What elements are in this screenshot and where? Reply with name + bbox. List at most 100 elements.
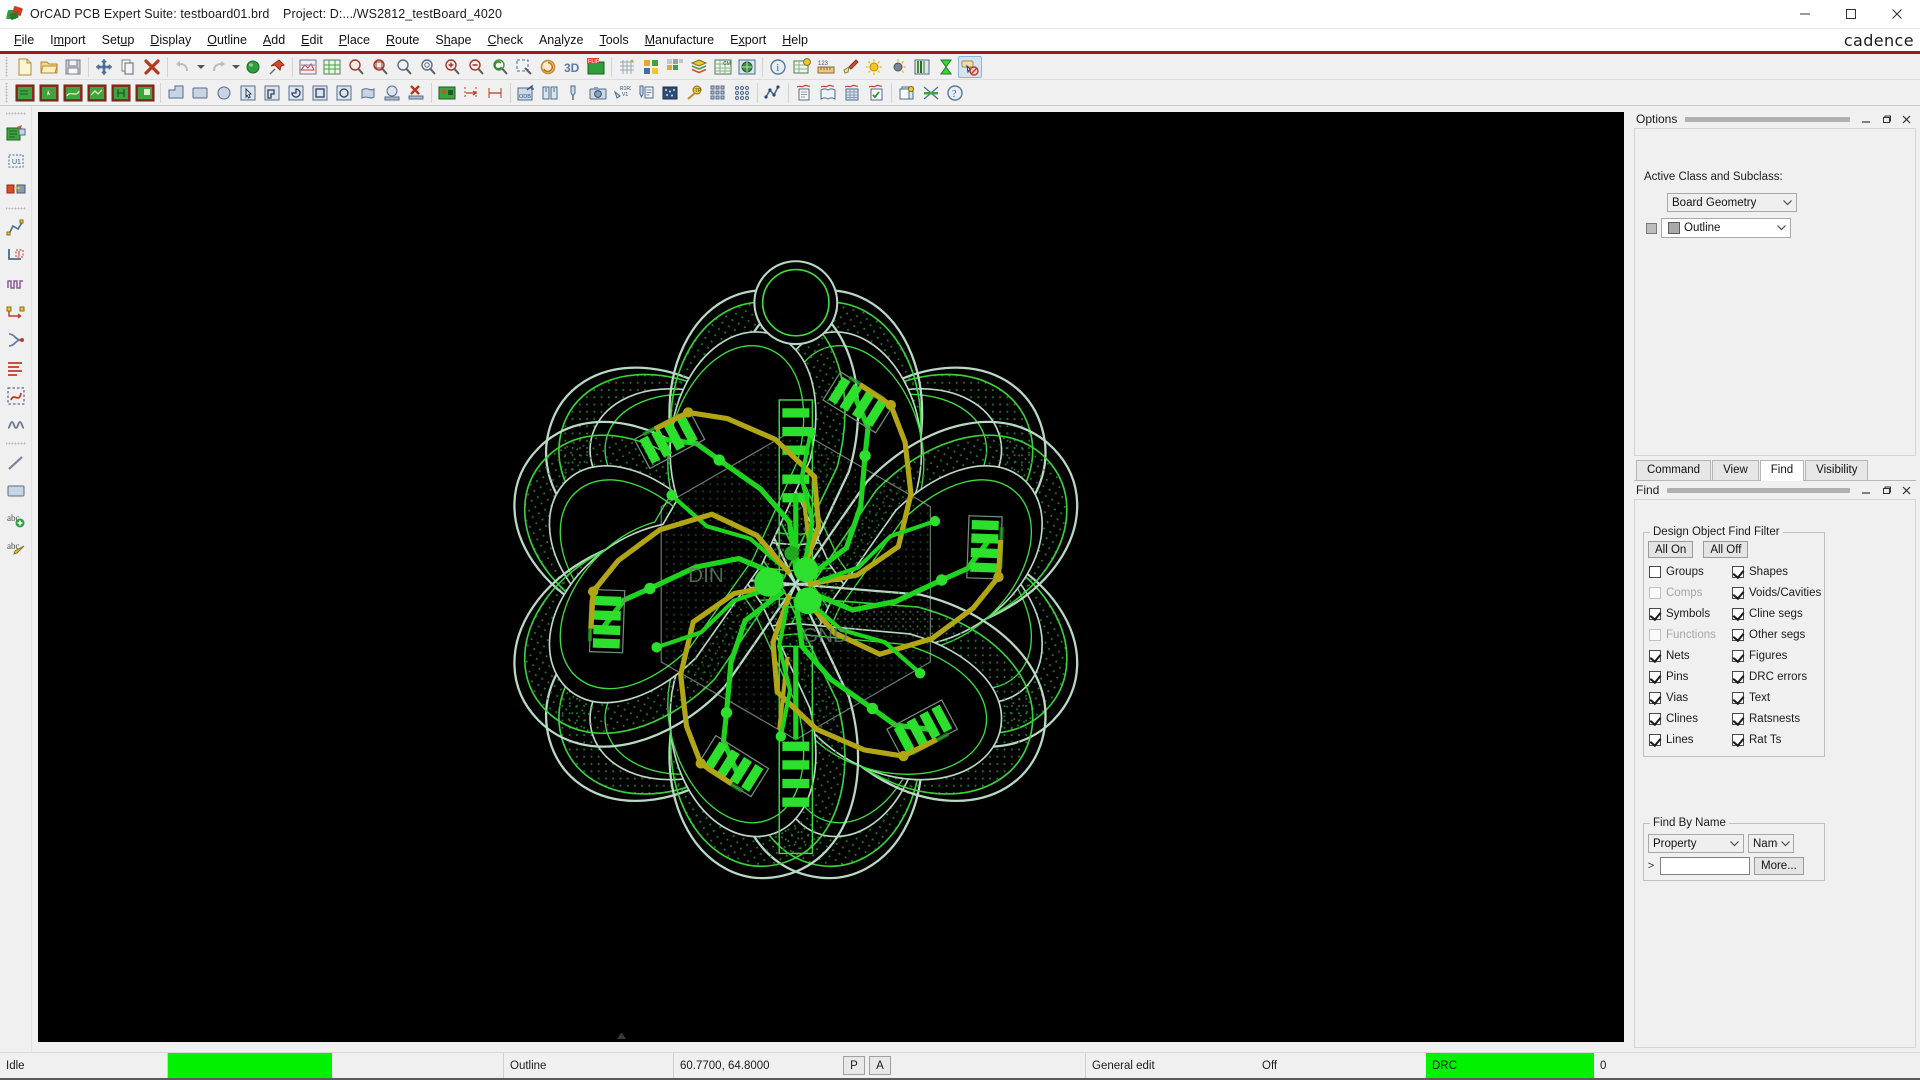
key-a-button[interactable]: A	[869, 1056, 891, 1075]
checkbox[interactable]	[1732, 566, 1744, 578]
checkbox[interactable]	[1649, 566, 1661, 578]
sun-icon[interactable]	[862, 56, 886, 78]
custom-report-icon[interactable]	[895, 82, 919, 104]
report-icon[interactable]	[792, 82, 816, 104]
all-on-button[interactable]: All On	[1648, 541, 1693, 558]
filter-voids-cavities[interactable]: Voids/Cavities	[1732, 584, 1821, 602]
filter-rat-ts[interactable]: Rat Ts	[1732, 731, 1821, 749]
checkbox[interactable]	[1649, 692, 1661, 704]
checkbox[interactable]	[1732, 692, 1744, 704]
draw-rect-icon[interactable]	[3, 477, 29, 505]
testpoints-icon[interactable]	[658, 82, 682, 104]
subclass-icon[interactable]	[663, 56, 687, 78]
search-input[interactable]	[1660, 857, 1750, 875]
checkbox[interactable]	[1649, 734, 1661, 746]
menu-route[interactable]: Route	[378, 30, 427, 50]
route-path-icon[interactable]	[3, 214, 29, 242]
expand-caret-icon[interactable]: >	[1646, 860, 1656, 872]
route-fanout-icon[interactable]	[3, 326, 29, 354]
undo-dropdown-icon[interactable]	[195, 64, 206, 70]
place-manual-icon[interactable]	[37, 82, 61, 104]
filter-drc-errors[interactable]: DRC errors	[1732, 668, 1821, 686]
zoom-center-icon[interactable]	[512, 56, 536, 78]
waterfall-icon[interactable]	[910, 56, 934, 78]
draw-line-icon[interactable]	[3, 449, 29, 477]
component-u1-icon[interactable]: U1	[3, 147, 29, 175]
dim-double-icon[interactable]	[483, 82, 507, 104]
drill-note-icon[interactable]	[634, 82, 658, 104]
all-off-button[interactable]: All Off	[1703, 541, 1748, 558]
odb-export-icon[interactable]: ODB	[514, 82, 538, 104]
checkbox[interactable]	[1732, 713, 1744, 725]
info-icon[interactable]: i	[766, 56, 790, 78]
tab-view[interactable]: View	[1712, 460, 1759, 480]
shape-void-icon[interactable]	[380, 82, 404, 104]
filter-text[interactable]: Text	[1732, 689, 1821, 707]
menu-edit[interactable]: Edit	[293, 30, 331, 50]
menu-tools[interactable]: Tools	[591, 30, 636, 50]
route-auto-icon[interactable]	[61, 82, 85, 104]
tab-visibility[interactable]: Visibility	[1805, 460, 1868, 480]
menu-check[interactable]: Check	[480, 30, 531, 50]
route-group-icon[interactable]	[3, 382, 29, 410]
filter-groups[interactable]: Groups	[1649, 563, 1716, 581]
package-symbol-icon[interactable]	[3, 119, 29, 147]
filter-nets[interactable]: Nets	[1649, 647, 1716, 665]
zoom-fit-icon[interactable]	[344, 56, 368, 78]
zoom-out-icon[interactable]	[464, 56, 488, 78]
rectangle-icon[interactable]	[188, 82, 212, 104]
dim-icon[interactable]	[886, 56, 910, 78]
paint-icon[interactable]	[838, 56, 862, 78]
menu-analyze[interactable]: Analyze	[531, 30, 591, 50]
copy-icon[interactable]	[116, 56, 140, 78]
netlist-graph-icon[interactable]	[761, 82, 785, 104]
zoom-previous-icon[interactable]	[488, 56, 512, 78]
board-geometry-icon[interactable]	[13, 82, 37, 104]
zoom-world-icon[interactable]	[368, 56, 392, 78]
menu-outline[interactable]: Outline	[199, 30, 255, 50]
shape-rect-icon[interactable]	[308, 82, 332, 104]
toolbar-grip[interactable]	[4, 57, 11, 77]
subclass-color-swatch[interactable]	[1668, 222, 1680, 234]
shape-free-icon[interactable]	[356, 82, 380, 104]
left-toolbar-grip[interactable]	[6, 441, 26, 447]
menu-add[interactable]: Add	[255, 30, 293, 50]
measure-icon[interactable]: 123	[814, 56, 838, 78]
zoom-in-icon[interactable]	[440, 56, 464, 78]
delete-shape-icon[interactable]	[404, 82, 428, 104]
silkscreen-icon[interactable]: R1R2V1	[610, 82, 634, 104]
tab-find[interactable]: Find	[1760, 460, 1804, 481]
no-cursor-icon[interactable]	[958, 56, 982, 78]
shape-polygon-icon[interactable]	[260, 82, 284, 104]
float-icon[interactable]	[1878, 112, 1894, 126]
filter-lines[interactable]: Lines	[1649, 731, 1716, 749]
grid-toggle-icon[interactable]	[615, 56, 639, 78]
refresh-icon[interactable]	[536, 56, 560, 78]
menu-place[interactable]: Place	[331, 30, 378, 50]
library-icon[interactable]	[816, 82, 840, 104]
pin-icon[interactable]	[265, 56, 289, 78]
checkbox[interactable]	[1649, 650, 1661, 662]
menu-file[interactable]: File	[6, 30, 42, 50]
more-button[interactable]: More...	[1754, 857, 1804, 875]
checkbox[interactable]	[1732, 671, 1744, 683]
save-icon[interactable]	[61, 56, 85, 78]
object-type-dropdown[interactable]: Property	[1648, 834, 1744, 853]
flip-design-icon[interactable]: FLIP	[584, 56, 608, 78]
minimize-icon[interactable]	[1858, 483, 1874, 497]
menu-import[interactable]: Import	[42, 30, 93, 50]
close-icon[interactable]	[1898, 112, 1914, 126]
cm-constraint-manager-icon[interactable]: CM	[711, 56, 735, 78]
highlight-icon[interactable]	[241, 56, 265, 78]
filter-pins[interactable]: Pins	[1649, 668, 1716, 686]
pcb-design-canvas[interactable]: DIN GND	[38, 112, 1624, 1042]
shape-circle-icon[interactable]	[332, 82, 356, 104]
menu-shape[interactable]: Shape	[427, 30, 479, 50]
circle-icon[interactable]	[212, 82, 236, 104]
menu-export[interactable]: Export	[722, 30, 774, 50]
route-pin-pair-icon[interactable]	[3, 298, 29, 326]
dfa-check-icon[interactable]	[435, 82, 459, 104]
line-path-icon[interactable]	[164, 82, 188, 104]
layers-icon[interactable]	[687, 56, 711, 78]
undo-icon[interactable]	[171, 56, 195, 78]
